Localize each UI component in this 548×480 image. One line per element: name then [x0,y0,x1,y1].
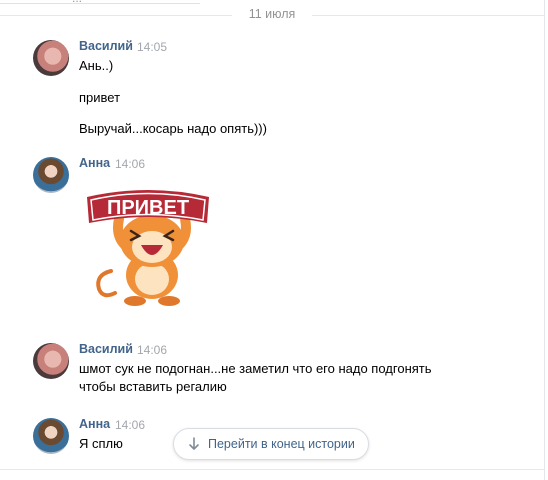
author-link[interactable]: Анна [79,417,110,431]
sticker-belly [135,263,169,295]
message-text: привет [79,90,121,105]
message-text: Выручай...косарь надо опять))) [79,121,267,136]
author-link[interactable]: Василий [79,39,133,53]
message-text: Ань..) [79,58,114,73]
arrow-down-icon [189,437,199,450]
author-link[interactable]: Василий [79,342,133,356]
message-time[interactable]: 14:06 [115,157,145,171]
message-time[interactable]: 14:06 [137,343,167,357]
date-separator: 11 июля [0,7,545,23]
message-text: чтобы вставить регалию [79,379,227,394]
sticker-foot [124,296,146,306]
divider [0,469,545,470]
sticker-hamster: ПРИВЕТ [87,190,209,306]
chat-history-panel: ... 11 июля Василий 14:05 Ань..) привет … [0,0,545,480]
previous-message-text: ... [72,0,82,5]
sticker-tail [96,269,117,298]
jump-to-end-button[interactable]: Перейти в конец истории [173,428,369,460]
message-time[interactable]: 14:06 [115,418,145,432]
avatar[interactable] [33,343,69,379]
date-label: 11 июля [248,7,296,21]
author-link[interactable]: Анна [79,156,110,170]
message-text: Я сплю [79,436,123,451]
sticker-text: ПРИВЕТ [107,197,189,219]
avatar[interactable] [33,157,69,193]
sticker-foot [158,296,180,306]
previous-message-fragment: ... [0,0,200,5]
jump-to-end-label: Перейти в конец истории [208,437,355,451]
message-time[interactable]: 14:05 [137,40,167,54]
divider [0,15,232,16]
divider [312,15,545,16]
avatar[interactable] [33,418,69,454]
message-text: шмот сук не подогнан...не заметил что ег… [79,361,432,376]
avatar[interactable] [33,40,69,76]
